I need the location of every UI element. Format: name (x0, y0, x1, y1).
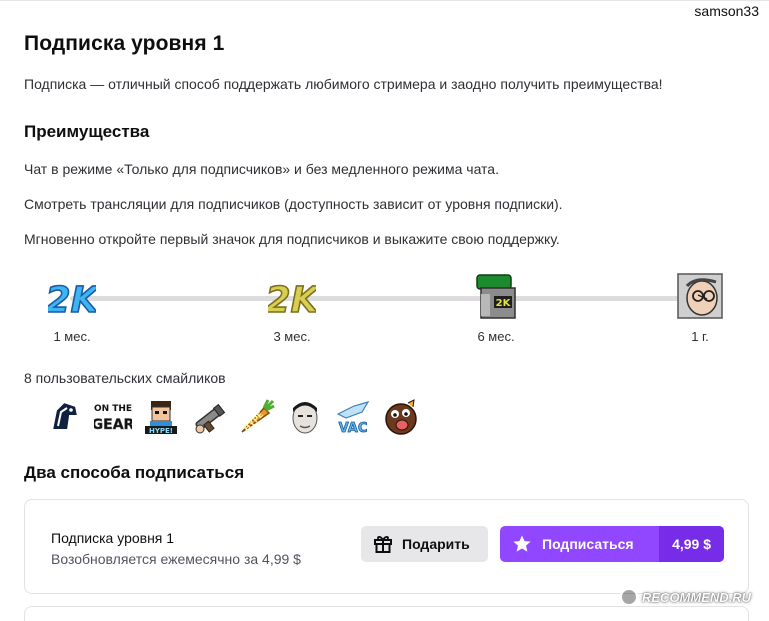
badge-tier-1: 2K 1 мес. (32, 272, 112, 344)
gun-emote-icon[interactable] (190, 398, 228, 436)
benefit-item: Чат в режиме «Только для подписчиков» и … (24, 161, 499, 177)
badge-tier-label: 1 г. (691, 329, 709, 344)
gift-icon (374, 536, 392, 553)
face-emote-icon[interactable] (286, 398, 324, 436)
benefit-item: Мгновенно откройте первый значок для под… (24, 231, 560, 247)
subscribe-button[interactable]: Подписаться 4,99 $ (500, 526, 724, 562)
svg-text:2K: 2K (496, 298, 512, 309)
star-icon (513, 535, 531, 552)
badge-green-can-icon: 2K (476, 274, 516, 319)
benefit-item: Смотреть трансляции для подписчиков (дос… (24, 196, 563, 212)
badge-2k-gold-icon: 2K (268, 279, 316, 320)
badge-tier-3: 2K 3 мес. (252, 272, 332, 344)
badge-tier-label: 6 мес. (477, 329, 515, 344)
badge-tier-label: 1 мес. (53, 329, 91, 344)
carrot-emote-icon[interactable]: HYPE (238, 398, 276, 436)
subscribe-button-label: Подписаться (542, 536, 634, 552)
badge-tier-label: 3 мес. (273, 329, 311, 344)
badge-tier-12: 1 г. (660, 272, 740, 344)
card-title: Подписка уровня 1 (51, 530, 175, 546)
ways-heading: Два способа подписаться (24, 463, 245, 482)
badge-tier-6: 2K 6 мес. (456, 272, 536, 344)
second-subscription-card (24, 606, 749, 621)
hype-emote-icon[interactable]: HYPE! (142, 398, 180, 436)
gift-button-label: Подарить (402, 536, 470, 552)
card-subtitle: Возобновляется ежемесячно за 4,99 $ (51, 551, 301, 567)
username[interactable]: samson33 (694, 3, 759, 19)
benefits-heading: Преимущества (24, 122, 150, 141)
page-title: Подписка уровня 1 (24, 32, 225, 55)
emotes-label: 8 пользовательских смайликов (24, 370, 226, 386)
on-the-gear-emote-icon[interactable]: ON THE GEAR (94, 398, 132, 436)
top-divider (0, 0, 769, 1)
svg-text:2K: 2K (268, 280, 316, 320)
subscribe-price: 4,99 $ (659, 526, 724, 562)
watermark: RECOMMEND.RU (620, 588, 751, 606)
vac-emote-icon[interactable]: VAC (334, 398, 372, 436)
watermark-logo-icon (620, 588, 638, 606)
liquid-horse-emote-icon[interactable] (46, 398, 84, 436)
watermark-text: RECOMMEND.RU (642, 589, 752, 605)
subscription-card: Подписка уровня 1 Возобновляется ежемеся… (24, 499, 749, 594)
angry-ball-emote-icon[interactable] (382, 398, 420, 436)
svg-text:ON THE: ON THE (94, 404, 132, 414)
svg-text:2K: 2K (48, 280, 96, 320)
subscribe-button-main[interactable]: Подписаться (500, 526, 659, 562)
svg-text:HYPE: HYPE (242, 410, 265, 433)
badge-2k-blue-icon: 2K (48, 279, 96, 320)
badge-face-icon (677, 273, 723, 319)
svg-text:VAC: VAC (339, 421, 368, 436)
svg-text:GEAR: GEAR (94, 417, 132, 433)
badge-progress-track (70, 296, 702, 301)
intro-text: Подписка — отличный способ поддержать лю… (24, 76, 663, 92)
svg-text:HYPE!: HYPE! (149, 427, 173, 435)
gift-button[interactable]: Подарить (361, 526, 488, 562)
